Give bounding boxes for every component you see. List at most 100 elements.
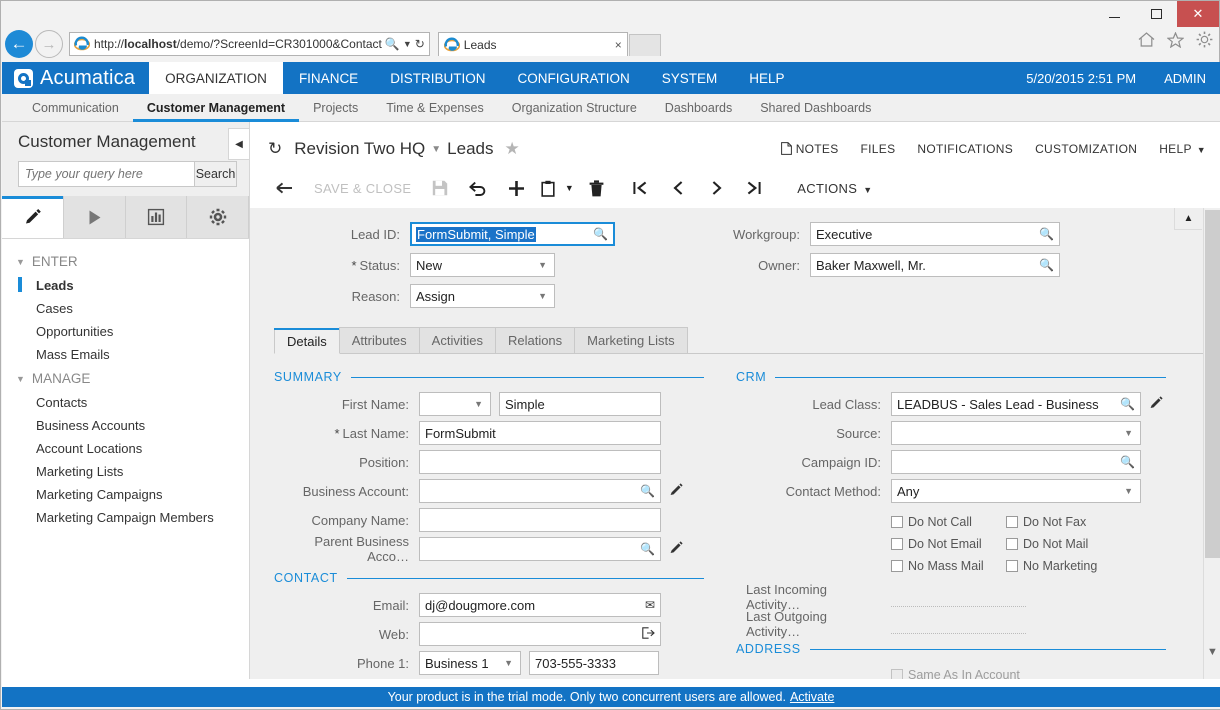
sidebar-item-cases[interactable]: Cases: [2, 297, 249, 320]
menu-item-help[interactable]: HELP: [733, 62, 800, 94]
search-icon[interactable]: 🔍: [385, 37, 400, 51]
minimize-button[interactable]: [1093, 1, 1135, 27]
last-name-input[interactable]: FormSubmit: [419, 421, 661, 445]
tab-marketing-lists[interactable]: Marketing Lists: [574, 327, 688, 353]
sidebar-item-opportunities[interactable]: Opportunities: [2, 320, 249, 343]
save-button[interactable]: [421, 173, 459, 203]
add-record-button[interactable]: [497, 173, 535, 203]
edit-pencil-icon[interactable]: [1149, 395, 1163, 413]
tab-relations[interactable]: Relations: [494, 327, 576, 353]
star-icon[interactable]: [1167, 31, 1184, 48]
close-icon[interactable]: ×: [615, 38, 622, 52]
parent-business-account-input[interactable]: 🔍: [419, 537, 661, 561]
undo-button[interactable]: [459, 173, 497, 203]
back-button[interactable]: ←: [5, 30, 33, 58]
menu-item-organization[interactable]: ORGANIZATION: [149, 62, 283, 94]
search-icon[interactable]: 🔍: [593, 227, 608, 241]
sidebar-group-enter[interactable]: ▼ ENTER: [2, 249, 249, 274]
submenu-item-customer-management[interactable]: Customer Management: [132, 94, 300, 122]
sidebar-collapse-button[interactable]: ◀: [228, 128, 249, 160]
search-icon[interactable]: 🔍: [1120, 397, 1135, 411]
current-user[interactable]: ADMIN: [1164, 71, 1206, 86]
phone1-type-select[interactable]: Business 1 ▼: [419, 651, 521, 675]
scrollbar-thumb[interactable]: [1205, 210, 1220, 558]
sidebar-group-manage[interactable]: ▼ MANAGE: [2, 366, 249, 391]
sidebar-tab-enter[interactable]: [2, 196, 64, 238]
tab-activities[interactable]: Activities: [418, 327, 496, 353]
save-and-close-button[interactable]: SAVE & CLOSE: [304, 181, 421, 196]
address-bar[interactable]: http://localhost/demo/?ScreenId=CR301000…: [69, 32, 430, 56]
breadcrumb-company[interactable]: Revision Two HQ: [294, 139, 425, 159]
search-icon[interactable]: 🔍: [1120, 455, 1135, 469]
checkbox-no-marketing[interactable]: No Marketing: [1006, 555, 1097, 577]
search-button[interactable]: Search: [195, 161, 237, 187]
new-tab-button[interactable]: [628, 34, 661, 56]
email-input[interactable]: dj@dougmore.com ✉: [419, 593, 661, 617]
source-select[interactable]: ▼: [891, 421, 1141, 445]
business-account-input[interactable]: 🔍: [419, 479, 661, 503]
contact-method-select[interactable]: Any ▼: [891, 479, 1141, 503]
status-select[interactable]: New ▼: [410, 253, 555, 277]
delete-record-button[interactable]: [577, 173, 615, 203]
refresh-icon[interactable]: ↻: [415, 37, 425, 51]
refresh-icon[interactable]: ↻: [268, 139, 282, 159]
customization-button[interactable]: CUSTOMIZATION: [1035, 142, 1137, 156]
checkbox-do-not-fax[interactable]: Do Not Fax: [1006, 511, 1086, 533]
edit-pencil-icon[interactable]: [669, 540, 683, 558]
copy-paste-button[interactable]: [535, 173, 561, 203]
sidebar-tab-reports[interactable]: [125, 196, 188, 238]
web-input[interactable]: [419, 622, 661, 646]
maximize-button[interactable]: [1135, 1, 1177, 27]
envelope-icon[interactable]: ✉: [645, 598, 655, 612]
edit-pencil-icon[interactable]: [669, 482, 683, 500]
search-icon[interactable]: 🔍: [640, 542, 655, 556]
menu-item-system[interactable]: SYSTEM: [646, 62, 734, 94]
sidebar-item-marketing-campaign-members[interactable]: Marketing Campaign Members: [2, 506, 249, 529]
tab-details[interactable]: Details: [274, 328, 340, 354]
menu-item-distribution[interactable]: DISTRIBUTION: [374, 62, 501, 94]
sidebar-item-business-accounts[interactable]: Business Accounts: [2, 414, 249, 437]
workgroup-input[interactable]: Executive 🔍: [810, 222, 1060, 246]
notifications-button[interactable]: NOTIFICATIONS: [917, 142, 1013, 156]
first-record-button[interactable]: [621, 173, 659, 203]
last-record-button[interactable]: [735, 173, 773, 203]
search-icon[interactable]: 🔍: [1039, 227, 1054, 241]
submenu-item-communication[interactable]: Communication: [18, 94, 133, 121]
search-icon[interactable]: 🔍: [1039, 258, 1054, 272]
submenu-item-projects[interactable]: Projects: [299, 94, 372, 121]
sidebar-tab-configuration[interactable]: [187, 196, 249, 238]
browser-tab-leads[interactable]: Leads ×: [437, 32, 628, 56]
files-button[interactable]: FILES: [861, 142, 896, 156]
checkbox-same-as-in-account[interactable]: Same As In Account: [891, 664, 1166, 679]
activate-link[interactable]: Activate: [790, 690, 834, 704]
submenu-item-shared-dashboards[interactable]: Shared Dashboards: [746, 94, 885, 121]
first-name-input[interactable]: Simple: [499, 392, 661, 416]
search-icon[interactable]: 🔍: [640, 484, 655, 498]
chevron-down-icon[interactable]: ▼: [1204, 643, 1220, 661]
form-scrollbar[interactable]: ▼: [1203, 208, 1220, 679]
submenu-item-dashboards[interactable]: Dashboards: [651, 94, 746, 121]
forward-button[interactable]: →: [35, 30, 63, 58]
actions-menu-button[interactable]: ACTIONS ▼: [787, 181, 882, 196]
sidebar-item-marketing-campaigns[interactable]: Marketing Campaigns: [2, 483, 249, 506]
sidebar-item-leads[interactable]: Leads: [2, 274, 249, 297]
tab-attributes[interactable]: Attributes: [338, 327, 420, 353]
checkbox-do-not-mail[interactable]: Do Not Mail: [1006, 533, 1088, 555]
menu-item-finance[interactable]: FINANCE: [283, 62, 374, 94]
checkbox-do-not-call[interactable]: Do Not Call: [891, 511, 1006, 533]
sidebar-tab-process[interactable]: [63, 196, 126, 238]
lead-id-input[interactable]: FormSubmit, Simple 🔍: [410, 222, 615, 246]
next-record-button[interactable]: [697, 173, 735, 203]
gear-icon[interactable]: [1196, 31, 1213, 48]
search-input[interactable]: [18, 161, 195, 187]
submenu-item-organization-structure[interactable]: Organization Structure: [498, 94, 651, 121]
sidebar-item-contacts[interactable]: Contacts: [2, 391, 249, 414]
campaign-id-input[interactable]: 🔍: [891, 450, 1141, 474]
phone1-input[interactable]: 703-555-3333: [529, 651, 659, 675]
close-button[interactable]: ✕: [1177, 1, 1219, 27]
company-name-input[interactable]: [419, 508, 661, 532]
checkbox-do-not-email[interactable]: Do Not Email: [891, 533, 1006, 555]
copy-paste-dropdown[interactable]: ▼: [561, 173, 577, 203]
menu-item-configuration[interactable]: CONFIGURATION: [501, 62, 645, 94]
back-button[interactable]: [266, 173, 304, 203]
